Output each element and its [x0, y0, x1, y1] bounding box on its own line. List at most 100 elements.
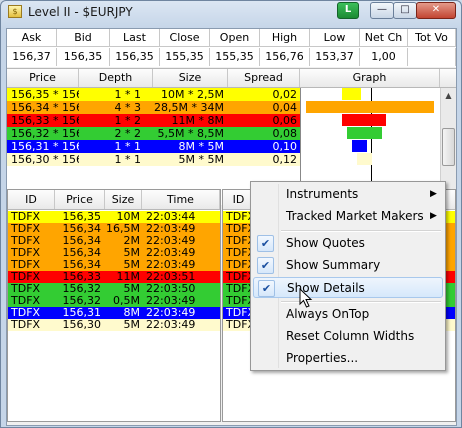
- tape-price-cell: 156,35: [62, 211, 102, 223]
- scroll-thumb[interactable]: [442, 128, 455, 166]
- menu-item-always-ontop[interactable]: Always OnTop: [253, 304, 443, 325]
- tape-row[interactable]: TDFX 156,35 10M 22:03:44: [8, 211, 220, 223]
- tape-time-cell: 22:03:49: [146, 259, 196, 271]
- mouse-pointer-icon: [299, 288, 313, 308]
- tape-row[interactable]: TDFX 156,32 5M 22:03:50: [8, 283, 220, 295]
- depth-header-size[interactable]: Size: [153, 69, 228, 87]
- menu-item-show-summary[interactable]: ✔ Show Summary: [253, 255, 443, 276]
- checkmark-icon: ✔: [257, 235, 274, 252]
- app-icon[interactable]: $: [8, 5, 22, 18]
- summary-table: Ask Bid Last Close Open High Low Net Ch Tot Vo 1…: [7, 29, 456, 67]
- tape-price-cell: 156,30: [62, 319, 102, 331]
- menu-item-label: Show Summary: [286, 258, 381, 272]
- depth-spread-cell: 0,06: [272, 114, 298, 127]
- graph-bar: [306, 101, 434, 113]
- tape-header-size[interactable]: Size: [105, 190, 142, 209]
- menu-item-properties[interactable]: Properties...: [253, 348, 443, 369]
- context-menu: Instruments ▶ Tracked Market Makers ▶ ✔ Show …: [250, 181, 446, 371]
- scroll-up-arrow-icon[interactable]: ▲: [442, 88, 455, 103]
- menu-item-label: Reset Column Widths: [286, 329, 415, 343]
- menu-item-tracked-market-makers[interactable]: Tracked Market Makers ▶: [253, 206, 443, 227]
- depth-spread-cell: 0,02: [272, 88, 298, 101]
- depth-header-spread[interactable]: Spread: [228, 69, 300, 87]
- tape-header-time[interactable]: Time: [142, 190, 220, 209]
- chevron-right-icon: ▶: [430, 189, 437, 199]
- tape-price-cell: 156,34: [62, 235, 102, 247]
- tape-id-cell: TDFX: [11, 295, 41, 307]
- depth-depth-cell: 1 * 1: [114, 153, 142, 166]
- level-ii-window: $ Level II - $EURJPY L — □ ✕ Ask Bid Last C…: [0, 0, 462, 428]
- tape-price-cell: 156,32: [62, 295, 102, 307]
- depth-size-cell: 5,5M * 8,5M: [157, 127, 224, 140]
- maximize-icon: □: [400, 4, 410, 15]
- minimize-button[interactable]: —: [370, 2, 394, 19]
- depth-price-cell: 156,34 * 156,38: [11, 101, 79, 114]
- depth-size-cell: 11M * 8M: [171, 114, 224, 127]
- depth-header-price[interactable]: Price: [7, 69, 79, 87]
- tape-time-cell: 22:03:49: [146, 223, 196, 235]
- window-title: Level II - $EURJPY: [28, 5, 133, 19]
- checkmark-icon: ✔: [258, 280, 275, 297]
- depth-row[interactable]: 156,35 * 156,37 1 * 1 10M * 2,5M 0,02: [7, 88, 300, 101]
- depth-size-cell: 10M * 2,5M: [161, 88, 224, 101]
- depth-row[interactable]: 156,32 * 156,40 2 * 2 5,5M * 8,5M 0,08: [7, 127, 300, 140]
- tape-row[interactable]: TDFX 156,33 11M 22:03:51: [8, 271, 220, 283]
- tape-size-cell: 10M: [116, 211, 141, 223]
- menu-item-show-details[interactable]: ✔ Show Details: [253, 277, 443, 298]
- tape-id-cell: TDFX: [11, 259, 41, 271]
- tape-id-cell: TDFX: [11, 283, 41, 295]
- depth-size-cell: 28,5M * 34M: [154, 101, 224, 114]
- title-bar[interactable]: $ Level II - $EURJPY L — □ ✕: [1, 1, 461, 23]
- tape-left-header: ID Price Size Time: [8, 190, 220, 210]
- tape-row[interactable]: TDFX 156,32 0,5M 22:03:49: [8, 295, 220, 307]
- summary-header-cell: Ask: [7, 29, 57, 47]
- tape-size-cell: 2M: [123, 235, 141, 247]
- summary-value-cell: 155,35: [160, 48, 210, 66]
- tape-time-cell: 22:03:50: [146, 283, 196, 295]
- depth-size-cell: 8M * 5M: [178, 140, 224, 153]
- checkmark-icon: ✔: [257, 257, 274, 274]
- graph-bar: [357, 153, 372, 165]
- menu-separator: [281, 230, 441, 232]
- tape-row[interactable]: TDFX 156,34 5M 22:03:49: [8, 247, 220, 259]
- depth-header-graph[interactable]: Graph: [300, 69, 440, 87]
- menu-item-instruments[interactable]: Instruments ▶: [253, 184, 443, 205]
- depth-row[interactable]: 156,31 * 156,41 1 * 1 8M * 5M 0,10: [7, 140, 300, 153]
- depth-row[interactable]: 156,30 * 156,42 1 * 1 5M * 5M 0,12: [7, 153, 300, 166]
- menu-item-show-quotes[interactable]: ✔ Show Quotes: [253, 233, 443, 254]
- summary-value-cell: 156,76: [260, 48, 310, 66]
- depth-spread-cell: 0,12: [272, 153, 298, 166]
- tape-row[interactable]: TDFX 156,31 8M 22:03:49: [8, 307, 220, 319]
- depth-header-depth[interactable]: Depth: [79, 69, 153, 87]
- depth-header: Price Depth Size Spread Graph: [7, 68, 456, 88]
- time-sales-left: ID Price Size Time TDFX 156,35 10M 22:03:44 TDF…: [7, 189, 221, 422]
- close-button[interactable]: ✕: [416, 2, 456, 19]
- tape-id-cell: TDFX: [11, 211, 41, 223]
- depth-row[interactable]: 156,33 * 156,39 1 * 2 11M * 8M 0,06: [7, 114, 300, 127]
- tape-time-cell: 22:03:44: [146, 211, 196, 223]
- summary-header-cell: Open: [210, 29, 260, 47]
- tape-id-cell: TDFX: [11, 307, 41, 319]
- summary-header-cell: Bid: [57, 29, 110, 47]
- summary-value-cell: 1,00: [360, 48, 408, 66]
- tape-size-cell: 11M: [116, 271, 141, 283]
- tape-header-id[interactable]: ID: [8, 190, 55, 209]
- depth-depth-cell: 2 * 2: [114, 127, 142, 140]
- menu-item-reset-column-widths[interactable]: Reset Column Widths: [253, 326, 443, 347]
- summary-header-cell: Close: [160, 29, 210, 47]
- level-button[interactable]: L: [337, 2, 359, 19]
- tape-row[interactable]: TDFX 156,30 5M 22:03:49: [8, 319, 220, 331]
- tape-size-cell: 5M: [123, 247, 141, 259]
- depth-row[interactable]: 156,34 * 156,38 4 * 3 28,5M * 34M 0,04: [7, 101, 300, 114]
- tape-size-cell: 5M: [123, 283, 141, 295]
- tape-row[interactable]: TDFX 156,34 16,5M 22:03:49: [8, 223, 220, 235]
- tape-price-cell: 156,32: [62, 283, 102, 295]
- tape-row[interactable]: TDFX 156,34 5M 22:03:49: [8, 259, 220, 271]
- tape-price-cell: 156,34: [62, 223, 102, 235]
- tape-row[interactable]: TDFX 156,34 2M 22:03:49: [8, 235, 220, 247]
- summary-values-row: 156,37 156,35 156,35 155,35 155,35 156,76 153,…: [7, 48, 456, 66]
- tape-header-price[interactable]: Price: [55, 190, 105, 209]
- maximize-button[interactable]: □: [393, 2, 417, 19]
- tape-price-cell: 156,34: [62, 247, 102, 259]
- tape-id-cell: TDFX: [11, 319, 41, 331]
